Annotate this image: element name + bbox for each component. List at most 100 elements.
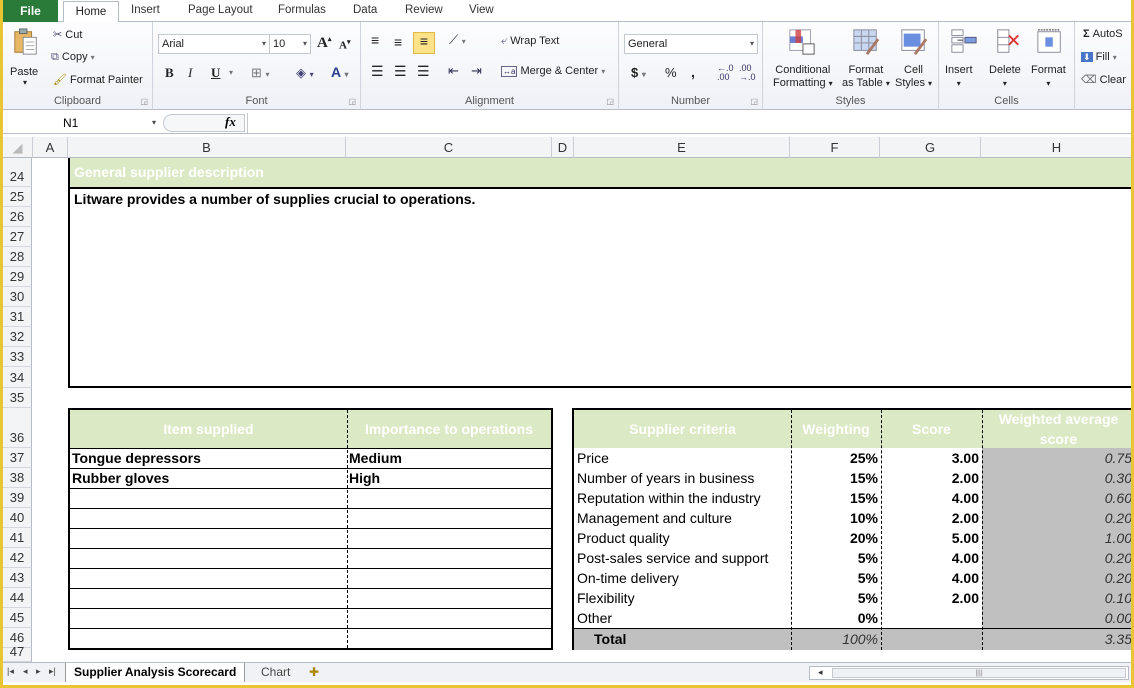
weighted-average-cell[interactable]: 0.20: [985, 508, 1131, 528]
weighted-average-cell[interactable]: 0.75: [985, 448, 1131, 468]
row-header[interactable]: 26: [3, 207, 32, 227]
criteria-header-cell[interactable]: Weighting: [791, 410, 881, 448]
increase-indent-icon[interactable]: ⇥: [471, 63, 482, 79]
insert-cells-button[interactable]: Insert ▾: [943, 26, 983, 90]
weighting-cell[interactable]: 10%: [794, 508, 878, 528]
weighting-cell[interactable]: 20%: [794, 528, 878, 548]
weighted-average-cell[interactable]: 0.00: [985, 608, 1131, 628]
weighted-average-cell[interactable]: 0.60: [985, 488, 1131, 508]
row-header[interactable]: 34: [3, 367, 32, 388]
name-box[interactable]: N1 ▾: [3, 113, 160, 133]
weighting-cell[interactable]: 5%: [794, 588, 878, 608]
tab-view[interactable]: View: [469, 4, 494, 16]
row-header[interactable]: 38: [3, 468, 32, 488]
item-cell[interactable]: [72, 549, 345, 568]
shrink-font-icon[interactable]: A▾: [339, 38, 350, 52]
insert-worksheet-icon[interactable]: ✚: [303, 663, 325, 682]
row-header[interactable]: 41: [3, 528, 32, 548]
column-header-h[interactable]: H: [981, 137, 1131, 158]
underline-dropdown-icon[interactable]: ▾: [229, 68, 233, 77]
score-cell[interactable]: 2.00: [884, 508, 979, 528]
weighting-cell[interactable]: 25%: [794, 448, 878, 468]
weighting-cell[interactable]: 0%: [794, 608, 878, 628]
weighted-average-cell[interactable]: 0.30: [985, 468, 1131, 488]
format-as-table-button[interactable]: Format as Table ▾: [839, 26, 891, 90]
weighted-average-cell[interactable]: 0.20: [985, 548, 1131, 568]
fill-button[interactable]: ⬇ Fill ▾: [1081, 51, 1117, 63]
number-launcher-icon[interactable]: ◲: [750, 97, 758, 106]
currency-button[interactable]: $ ▾: [631, 65, 646, 80]
underline-button[interactable]: U: [211, 65, 220, 81]
align-bottom-icon[interactable]: ≡: [413, 32, 435, 54]
column-header-e[interactable]: E: [574, 137, 790, 158]
score-cell[interactable]: 2.00: [884, 588, 979, 608]
column-header-b[interactable]: B: [68, 137, 346, 158]
next-sheet-icon[interactable]: ▸: [36, 666, 41, 677]
scroll-left-icon[interactable]: ◂: [818, 667, 823, 678]
font-name-select[interactable]: Arial ▾: [158, 34, 270, 54]
row-header[interactable]: 25: [3, 187, 32, 207]
row-header[interactable]: 27: [3, 227, 32, 247]
insert-function-button[interactable]: fx: [225, 114, 236, 130]
description-header-cell[interactable]: General supplier description: [68, 158, 1131, 187]
total-weighted-average[interactable]: 3.35: [985, 629, 1131, 649]
paste-button[interactable]: Paste ▾: [7, 26, 45, 88]
alignment-launcher-icon[interactable]: ◲: [606, 97, 614, 106]
format-cells-button[interactable]: Format ▾: [1029, 26, 1071, 90]
tab-formulas[interactable]: Formulas: [278, 4, 326, 16]
item-cell[interactable]: [72, 609, 345, 628]
font-launcher-icon[interactable]: ◲: [348, 97, 356, 106]
item-cell[interactable]: [72, 569, 345, 588]
row-header[interactable]: 43: [3, 568, 32, 588]
criteria-name-cell[interactable]: On-time delivery: [577, 568, 788, 588]
conditional-formatting-button[interactable]: Conditional Formatting ▾: [769, 26, 835, 90]
total-score[interactable]: [884, 629, 979, 649]
increase-decimal-icon[interactable]: ←.0.00: [717, 64, 734, 82]
criteria-name-cell[interactable]: Other: [577, 608, 788, 628]
prev-sheet-icon[interactable]: ◂: [23, 666, 28, 677]
items-header-cell[interactable]: Importance to operations: [347, 410, 551, 448]
importance-cell[interactable]: [349, 629, 549, 648]
total-weighting[interactable]: 100%: [794, 629, 878, 649]
weighting-cell[interactable]: 5%: [794, 568, 878, 588]
score-cell[interactable]: 4.00: [884, 548, 979, 568]
criteria-name-cell[interactable]: Price: [577, 448, 788, 468]
criteria-name-cell[interactable]: Post-sales service and support: [577, 548, 788, 568]
row-header[interactable]: 35: [3, 388, 32, 408]
weighted-average-cell[interactable]: 1.00: [985, 528, 1131, 548]
cell-styles-button[interactable]: Cell Styles ▾: [893, 26, 935, 90]
row-header[interactable]: 33: [3, 347, 32, 367]
scrollbar-thumb[interactable]: ||||: [832, 668, 1126, 678]
orientation-icon[interactable]: ⟋ ▾: [449, 32, 466, 48]
cut-button[interactable]: ✂ Cut: [53, 28, 82, 41]
weighting-cell[interactable]: 5%: [794, 548, 878, 568]
align-right-icon[interactable]: ☰: [417, 63, 430, 80]
criteria-header-cell[interactable]: Score: [881, 410, 982, 448]
criteria-name-cell[interactable]: Product quality: [577, 528, 788, 548]
item-cell[interactable]: [72, 529, 345, 548]
formula-input[interactable]: [247, 113, 1131, 133]
select-all-button[interactable]: ◢: [3, 137, 33, 158]
items-header-cell[interactable]: Item supplied: [70, 410, 347, 448]
sheet-tab-chart[interactable]: Chart: [253, 663, 298, 682]
fill-color-icon[interactable]: ◈ ▾: [296, 65, 314, 81]
score-cell[interactable]: [884, 608, 979, 628]
wrap-text-button[interactable]: ⤶ Wrap Text: [501, 35, 559, 48]
comma-button[interactable]: ,: [691, 64, 695, 80]
importance-cell[interactable]: [349, 609, 549, 628]
tab-review[interactable]: Review: [405, 4, 443, 16]
score-cell[interactable]: 3.00: [884, 448, 979, 468]
format-painter-button[interactable]: 🖌 Format Painter: [53, 73, 143, 86]
item-cell[interactable]: [72, 629, 345, 648]
decrease-indent-icon[interactable]: ⇤: [448, 63, 459, 79]
italic-button[interactable]: I: [188, 65, 192, 81]
first-sheet-icon[interactable]: |◂: [7, 666, 14, 677]
row-header[interactable]: 47: [3, 644, 32, 662]
clipboard-launcher-icon[interactable]: ◲: [140, 97, 148, 106]
row-header[interactable]: 29: [3, 267, 32, 287]
align-middle-icon[interactable]: ≡: [394, 34, 402, 50]
importance-cell[interactable]: [349, 489, 549, 508]
score-cell[interactable]: 4.00: [884, 488, 979, 508]
criteria-name-cell[interactable]: Management and culture: [577, 508, 788, 528]
importance-cell[interactable]: [349, 549, 549, 568]
